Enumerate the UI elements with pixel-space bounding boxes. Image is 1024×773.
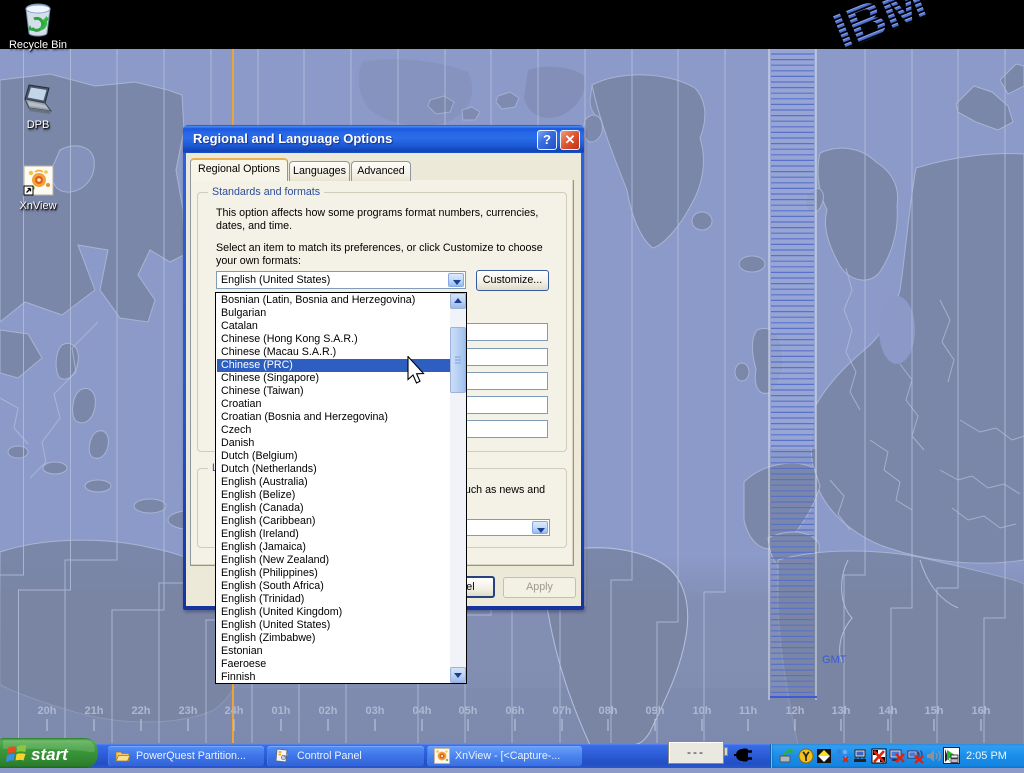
svg-text:14h: 14h (879, 705, 898, 717)
svg-text:06h: 06h (506, 705, 525, 717)
svg-text:04h: 04h (413, 705, 432, 717)
svg-text:01h: 01h (272, 705, 291, 717)
svg-text:16h: 16h (972, 705, 991, 717)
svg-text:10h: 10h (693, 705, 712, 717)
svg-text:11h: 11h (739, 705, 758, 717)
svg-text:start: start (31, 745, 69, 764)
svg-text:03h: 03h (366, 705, 385, 717)
svg-text:09h: 09h (646, 705, 665, 717)
svg-text:21h: 21h (85, 705, 104, 717)
svg-text:02h: 02h (319, 705, 338, 717)
svg-text:13h: 13h (832, 705, 851, 717)
svg-text:GMT: GMT (822, 654, 847, 666)
svg-text:22h: 22h (132, 705, 151, 717)
svg-text:20h: 20h (38, 705, 57, 717)
svg-text:24h: 24h (225, 705, 244, 717)
svg-text:12h: 12h (786, 705, 805, 717)
svg-text:23h: 23h (179, 705, 198, 717)
svg-text:08h: 08h (599, 705, 618, 717)
svg-text:07h: 07h (553, 705, 572, 717)
svg-text:15h: 15h (925, 705, 944, 717)
svg-text:05h: 05h (459, 705, 478, 717)
